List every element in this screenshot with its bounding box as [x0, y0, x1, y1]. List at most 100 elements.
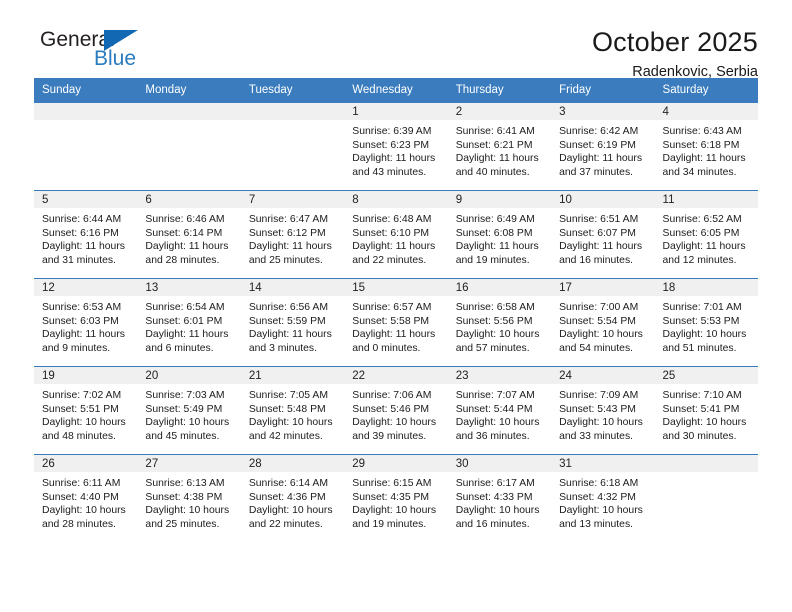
- calendar-week-row: 12 Sunrise: 6:53 AM Sunset: 6:03 PM Dayligh…: [34, 278, 758, 367]
- calendar-day-cell[interactable]: 18 Sunrise: 7:01 AM Sunset: 5:53 PM Dayligh…: [654, 278, 758, 367]
- daylight-duration-line2: and 28 minutes.: [42, 518, 116, 530]
- calendar-day-cell[interactable]: 6 Sunrise: 6:46 AM Sunset: 6:14 PM Daylight…: [137, 190, 241, 279]
- sunrise-time: Sunrise: 6:49 AM: [455, 214, 535, 225]
- daylight-duration-line1: Daylight: 11 hours: [145, 241, 229, 253]
- daylight-duration-line1: Daylight: 10 hours: [42, 417, 126, 429]
- sunset-time: Sunset: 5:46 PM: [352, 403, 430, 415]
- daylight-duration-line1: Daylight: 10 hours: [662, 329, 747, 341]
- calendar-day-cell[interactable]: 1 Sunrise: 6:39 AM Sunset: 6:23 PM Daylight…: [344, 102, 448, 191]
- daylight-duration-line2: and 16 minutes.: [559, 254, 634, 266]
- day-number: 2: [447, 103, 552, 120]
- day-details: Sunrise: 6:43 AM Sunset: 6:18 PM Daylight:…: [655, 120, 758, 179]
- day-details: Sunrise: 6:17 AM Sunset: 4:33 PM Daylight:…: [448, 472, 551, 531]
- calendar-day-cell[interactable]: 15 Sunrise: 6:57 AM Sunset: 5:58 PM Dayligh…: [344, 278, 448, 367]
- calendar-day-cell[interactable]: 17 Sunrise: 7:00 AM Sunset: 5:54 PM Dayligh…: [551, 278, 655, 367]
- calendar-day-cell[interactable]: 2 Sunrise: 6:41 AM Sunset: 6:21 PM Daylight…: [447, 102, 552, 191]
- sunset-time: Sunset: 6:16 PM: [42, 227, 119, 239]
- calendar-day-cell[interactable]: 20 Sunrise: 7:03 AM Sunset: 5:49 PM Dayligh…: [137, 366, 241, 455]
- calendar-empty-cell: [240, 102, 345, 191]
- sunset-time: Sunset: 5:41 PM: [662, 403, 740, 415]
- sunrise-time: Sunrise: 7:10 AM: [662, 390, 742, 401]
- day-details: Sunrise: 6:56 AM Sunset: 5:59 PM Daylight:…: [241, 296, 344, 355]
- daylight-duration-line1: Daylight: 10 hours: [559, 329, 643, 341]
- sunrise-time: Sunrise: 7:05 AM: [248, 390, 328, 401]
- calendar-day-cell[interactable]: 16 Sunrise: 6:58 AM Sunset: 5:56 PM Dayligh…: [447, 278, 552, 367]
- sunrise-time: Sunrise: 6:44 AM: [42, 214, 122, 225]
- calendar-day-cell[interactable]: 31 Sunrise: 6:18 AM Sunset: 4:32 PM Dayligh…: [551, 454, 655, 543]
- daylight-duration-line1: Daylight: 10 hours: [145, 417, 230, 429]
- day-number: 15: [344, 279, 448, 296]
- sunrise-time: Sunrise: 6:41 AM: [455, 126, 535, 137]
- calendar-day-cell[interactable]: 24 Sunrise: 7:09 AM Sunset: 5:43 PM Dayligh…: [551, 366, 655, 455]
- calendar-day-cell[interactable]: 5 Sunrise: 6:44 AM Sunset: 6:16 PM Daylight…: [34, 190, 138, 279]
- calendar-day-cell[interactable]: 9 Sunrise: 6:49 AM Sunset: 6:08 PM Daylight…: [447, 190, 552, 279]
- day-details: Sunrise: 6:18 AM Sunset: 4:32 PM Daylight:…: [551, 472, 654, 531]
- day-details: Sunrise: 7:02 AM Sunset: 5:51 PM Daylight:…: [34, 384, 137, 443]
- sunset-time: Sunset: 5:43 PM: [559, 403, 636, 415]
- calendar-wrapper: Sunday Monday Tuesday Wednesday Thursday…: [0, 78, 792, 543]
- calendar-day-cell[interactable]: 8 Sunrise: 6:48 AM Sunset: 6:10 PM Daylight…: [344, 190, 448, 279]
- sunset-time: Sunset: 6:18 PM: [662, 139, 740, 151]
- day-details: Sunrise: 6:13 AM Sunset: 4:38 PM Daylight:…: [137, 472, 240, 531]
- daylight-duration-line2: and 28 minutes.: [145, 254, 220, 266]
- day-details: Sunrise: 6:41 AM Sunset: 6:21 PM Daylight:…: [448, 120, 551, 179]
- weekday-header-sunday: Sunday: [34, 78, 138, 103]
- sunrise-time: Sunrise: 6:17 AM: [455, 478, 535, 489]
- daylight-duration-line2: and 9 minutes.: [42, 342, 111, 354]
- calendar-day-cell[interactable]: 25 Sunrise: 7:10 AM Sunset: 5:41 PM Dayligh…: [654, 366, 758, 455]
- weekday-header-monday: Monday: [137, 78, 241, 103]
- day-number: 28: [240, 455, 345, 472]
- sunset-time: Sunset: 6:14 PM: [145, 227, 223, 239]
- calendar-day-cell[interactable]: 22 Sunrise: 7:06 AM Sunset: 5:46 PM Dayligh…: [344, 366, 448, 455]
- calendar-day-cell[interactable]: 27 Sunrise: 6:13 AM Sunset: 4:38 PM Dayligh…: [137, 454, 241, 543]
- calendar-day-cell[interactable]: 30 Sunrise: 6:17 AM Sunset: 4:33 PM Dayligh…: [447, 454, 552, 543]
- calendar-day-cell[interactable]: 3 Sunrise: 6:42 AM Sunset: 6:19 PM Daylight…: [551, 102, 655, 191]
- day-number: 22: [344, 367, 448, 384]
- daylight-duration-line1: Daylight: 11 hours: [42, 329, 125, 341]
- sunset-time: Sunset: 4:35 PM: [352, 491, 430, 503]
- calendar-day-cell[interactable]: 19 Sunrise: 7:02 AM Sunset: 5:51 PM Dayligh…: [34, 366, 138, 455]
- sunrise-time: Sunrise: 6:43 AM: [662, 126, 742, 137]
- daylight-duration-line1: Daylight: 11 hours: [248, 329, 332, 341]
- calendar-page: General Blue October 2025 Radenkovic, Se…: [0, 0, 792, 612]
- sunset-time: Sunset: 6:10 PM: [352, 227, 430, 239]
- day-number: 8: [344, 191, 448, 208]
- calendar-day-cell[interactable]: 23 Sunrise: 7:07 AM Sunset: 5:44 PM Dayligh…: [447, 366, 552, 455]
- calendar-day-cell[interactable]: 10 Sunrise: 6:51 AM Sunset: 6:07 PM Dayligh…: [551, 190, 655, 279]
- day-number: 10: [551, 191, 655, 208]
- general-blue-logo[interactable]: General Blue: [34, 26, 184, 78]
- day-details: Sunrise: 6:39 AM Sunset: 6:23 PM Daylight:…: [344, 120, 447, 179]
- calendar-week-row: 1 Sunrise: 6:39 AM Sunset: 6:23 PM Daylight…: [34, 102, 758, 191]
- sunrise-time: Sunrise: 6:42 AM: [559, 126, 639, 137]
- sunset-time: Sunset: 5:58 PM: [352, 315, 430, 327]
- sunrise-time: Sunrise: 7:01 AM: [662, 302, 742, 313]
- calendar-day-cell[interactable]: 21 Sunrise: 7:05 AM Sunset: 5:48 PM Dayligh…: [240, 366, 345, 455]
- calendar-day-cell[interactable]: 12 Sunrise: 6:53 AM Sunset: 6:03 PM Dayligh…: [34, 278, 138, 367]
- sunrise-time: Sunrise: 6:51 AM: [559, 214, 639, 225]
- calendar-day-cell[interactable]: 13 Sunrise: 6:54 AM Sunset: 6:01 PM Dayligh…: [137, 278, 241, 367]
- calendar-day-cell[interactable]: 11 Sunrise: 6:52 AM Sunset: 6:05 PM Dayligh…: [654, 190, 758, 279]
- calendar-day-cell[interactable]: 29 Sunrise: 6:15 AM Sunset: 4:35 PM Dayligh…: [344, 454, 448, 543]
- day-details: Sunrise: 6:58 AM Sunset: 5:56 PM Daylight:…: [448, 296, 551, 355]
- calendar-day-cell[interactable]: 28 Sunrise: 6:14 AM Sunset: 4:36 PM Dayligh…: [240, 454, 345, 543]
- sunset-time: Sunset: 6:07 PM: [559, 227, 636, 239]
- day-details: Sunrise: 7:03 AM Sunset: 5:49 PM Daylight:…: [137, 384, 240, 443]
- daylight-duration-line2: and 34 minutes.: [662, 166, 737, 178]
- day-number: 12: [34, 279, 138, 296]
- day-number: [34, 103, 138, 120]
- daylight-duration-line1: Daylight: 10 hours: [559, 505, 643, 517]
- calendar-day-cell[interactable]: 26 Sunrise: 6:11 AM Sunset: 4:40 PM Dayligh…: [34, 454, 138, 543]
- sunrise-time: Sunrise: 6:18 AM: [559, 478, 639, 489]
- day-number: 18: [654, 279, 758, 296]
- day-number: 5: [34, 191, 138, 208]
- calendar-day-cell[interactable]: 14 Sunrise: 6:56 AM Sunset: 5:59 PM Dayligh…: [240, 278, 345, 367]
- sunset-time: Sunset: 5:56 PM: [455, 315, 533, 327]
- calendar-body: 1 Sunrise: 6:39 AM Sunset: 6:23 PM Daylight…: [34, 102, 758, 543]
- daylight-duration-line1: Daylight: 11 hours: [352, 241, 436, 253]
- calendar-day-cell[interactable]: 4 Sunrise: 6:43 AM Sunset: 6:18 PM Daylight…: [654, 102, 758, 191]
- sunrise-time: Sunrise: 7:07 AM: [455, 390, 535, 401]
- day-number: 21: [240, 367, 345, 384]
- daylight-duration-line2: and 19 minutes.: [352, 518, 427, 530]
- daylight-duration-line2: and 3 minutes.: [248, 342, 318, 354]
- calendar-day-cell[interactable]: 7 Sunrise: 6:47 AM Sunset: 6:12 PM Daylight…: [240, 190, 345, 279]
